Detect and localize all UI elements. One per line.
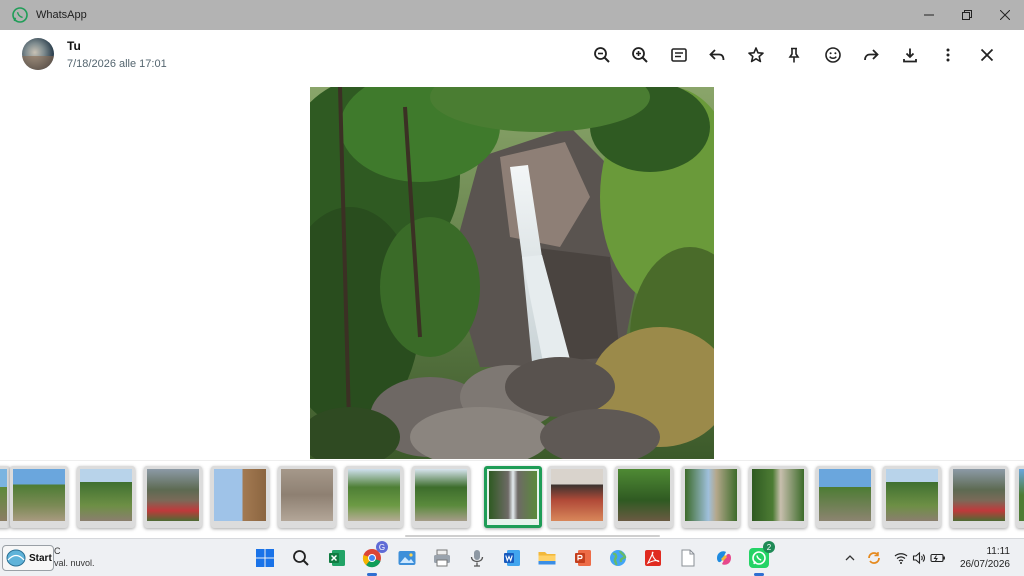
word-icon[interactable] [500,546,524,570]
powerpoint-icon[interactable] [571,546,595,570]
restore-icon [962,10,972,20]
more-vertical-icon [946,48,950,62]
close-viewer-button[interactable] [968,40,1007,70]
reply-icon [709,49,725,61]
start-button[interactable]: Start [2,545,54,571]
window-titlebar: WhatsApp [0,0,1024,30]
chrome-profile-badge: G [376,541,388,553]
thumbnail[interactable] [278,466,336,528]
sync-icon[interactable] [866,550,882,566]
weather-temp: C [54,546,61,556]
thumbnail[interactable] [0,466,10,528]
thumbnail[interactable] [345,466,403,528]
viewer-toolbar [583,40,1007,70]
weather-widget[interactable]: C val. nuvol. [54,545,95,569]
zoom-out-button[interactable] [583,40,622,70]
close-icon [1000,10,1010,20]
whatsapp-logo-icon [12,7,28,23]
restore-button[interactable] [948,0,986,30]
acrobat-pdf-icon[interactable] [641,546,665,570]
whatsapp-taskbar-icon[interactable]: 2 [747,541,775,576]
more-options-button[interactable] [929,40,968,70]
chevron-up-icon[interactable] [842,550,858,566]
excel-icon[interactable] [325,546,349,570]
close-icon [980,48,993,62]
thumbnail-selected[interactable] [484,466,542,528]
sender-name: Tu [67,39,81,53]
thumbnail[interactable] [682,466,740,528]
download-button[interactable] [891,40,930,70]
windows-start-icon[interactable] [253,546,277,570]
unread-badge: 2 [763,541,775,553]
printer-icon[interactable] [430,546,454,570]
volume-icon[interactable] [911,550,927,566]
media-viewer-header: Tu 7/18/2026 alle 17:01 [0,30,1024,80]
thumbnail[interactable] [548,466,606,528]
file-explorer-icon[interactable] [535,546,559,570]
copilot-icon[interactable] [712,546,736,570]
thumbnail[interactable] [816,466,874,528]
download-icon [902,48,917,63]
message-timestamp: 7/18/2026 alle 17:01 [67,58,167,70]
thumbnail[interactable] [615,466,673,528]
windows-taskbar: Start C val. nuvol. G 2 11:11 26/07/2026 [0,538,1024,576]
emoji-icon [824,47,841,63]
thumbnail[interactable] [749,466,807,528]
globe-icon[interactable] [606,546,630,570]
wifi-icon[interactable] [893,550,909,566]
forward-icon [864,49,880,61]
thumbnail-strip [0,460,1024,538]
start-label: Start [29,552,52,564]
search-icon[interactable] [289,546,313,570]
photos-icon[interactable] [395,546,419,570]
waterfall-photo [310,87,714,459]
clock-time: 11:11 [986,546,1010,557]
window-close-button[interactable] [986,0,1024,30]
weather-desc: val. nuvol. [54,558,95,568]
thumbnail[interactable] [883,466,941,528]
minimize-button[interactable] [910,0,948,30]
pin-icon [788,47,800,63]
zoom-in-button[interactable] [621,40,660,70]
avatar[interactable] [22,38,54,70]
battery-icon[interactable] [930,550,946,566]
clock-date: 26/07/2026 [959,559,1010,570]
reply-button[interactable] [698,40,737,70]
media-image [310,87,714,459]
zoom-in-icon [632,47,648,63]
star-button[interactable] [737,40,776,70]
zoom-out-icon [593,47,610,63]
window-title: WhatsApp [36,9,87,21]
thumbnail[interactable] [144,466,202,528]
start-shell-icon [6,549,26,567]
blank-document-icon[interactable] [676,546,700,570]
forward-button[interactable] [852,40,891,70]
thumbnail[interactable] [211,466,269,528]
star-icon [747,47,764,63]
chrome-icon[interactable]: G [360,541,388,576]
caption-button[interactable] [660,40,699,70]
minimize-icon [924,14,934,16]
microphone-icon[interactable] [465,546,489,570]
caption-icon [670,48,687,62]
thumbnail[interactable] [950,466,1008,528]
thumbnail[interactable] [412,466,470,528]
react-button[interactable] [814,40,853,70]
system-clock[interactable]: 11:11 26/07/2026 [960,545,1010,571]
thumbnail[interactable] [10,466,68,528]
thumbnail[interactable] [77,466,135,528]
thumbnail[interactable] [1016,466,1024,528]
thumbnail-scrollbar[interactable] [405,535,660,537]
pin-button[interactable] [775,40,814,70]
